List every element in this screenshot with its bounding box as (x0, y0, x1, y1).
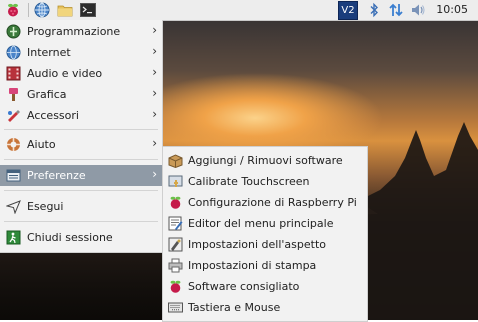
submenu-item-tastiera-e-mouse[interactable]: Tastiera e Mouse (163, 297, 367, 318)
submenu-arrow-icon: › (152, 107, 157, 121)
menu-item-aiuto[interactable]: Aiuto › (0, 134, 162, 155)
raspberry-icon (168, 195, 183, 210)
network-arrows-icon[interactable] (388, 2, 404, 18)
printer-icon (168, 258, 183, 273)
submenu-item-editor-menu-principale[interactable]: Editor del menu principale (163, 213, 367, 234)
audio-video-icon (6, 66, 21, 81)
submenu-item-calibrate-touchscreen[interactable]: Calibrate Touchscreen (163, 171, 367, 192)
submenu-arrow-icon: › (152, 44, 157, 58)
menu-separator (4, 159, 158, 160)
submenu-item-software-consigliato[interactable]: Software consigliato (163, 276, 367, 297)
logout-icon (6, 230, 21, 245)
programming-icon (6, 24, 21, 39)
taskbar-separator (28, 3, 29, 17)
menu-item-preferenze[interactable]: Preferenze › (0, 165, 162, 186)
menu-item-grafica[interactable]: Grafica › (0, 84, 162, 105)
appearance-icon (168, 237, 183, 252)
submenu-item-aggiungi-rimuovi-software[interactable]: Aggiungi / Rimuovi software (163, 150, 367, 171)
preferences-icon (6, 168, 21, 183)
submenu-arrow-icon: › (152, 167, 157, 181)
raspberry-pi-menu-icon[interactable] (5, 2, 21, 18)
taskbar: V2 10:05 (0, 0, 478, 21)
keyboard-icon (168, 300, 183, 315)
submenu-item-impostazioni-aspetto[interactable]: Impostazioni dell'aspetto (163, 234, 367, 255)
touchscreen-icon (168, 174, 183, 189)
vnc-icon[interactable]: V2 (338, 1, 358, 20)
bluetooth-icon[interactable] (366, 2, 382, 18)
browser-globe-icon[interactable] (34, 2, 50, 18)
menu-item-chiudi-sessione[interactable]: Chiudi sessione (0, 227, 162, 248)
internet-globe-icon (6, 45, 21, 60)
file-manager-folder-icon[interactable] (57, 2, 73, 18)
menu-editor-icon (168, 216, 183, 231)
accessories-icon (6, 108, 21, 123)
raspberry-icon (168, 279, 183, 294)
run-icon (6, 199, 21, 214)
menu-separator (4, 190, 158, 191)
help-lifebuoy-icon (6, 137, 21, 152)
menu-item-audio-e-video[interactable]: Audio e video › (0, 63, 162, 84)
submenu-arrow-icon: › (152, 136, 157, 150)
menu-separator (4, 129, 158, 130)
submenu-arrow-icon: › (152, 23, 157, 37)
menu-item-programmazione[interactable]: Programmazione › (0, 21, 162, 42)
package-icon (168, 153, 183, 168)
submenu-item-configurazione-raspberry-pi[interactable]: Configurazione di Raspberry Pi (163, 192, 367, 213)
main-menu: Programmazione › Internet › Audio e vide… (0, 20, 163, 253)
submenu-item-impostazioni-stampa[interactable]: Impostazioni di stampa (163, 255, 367, 276)
volume-icon[interactable] (410, 2, 426, 18)
menu-separator (4, 221, 158, 222)
submenu-arrow-icon: › (152, 65, 157, 79)
submenu-arrow-icon: › (152, 86, 157, 100)
menu-item-accessori[interactable]: Accessori › (0, 105, 162, 126)
graphics-brush-icon (6, 87, 21, 102)
menu-item-internet[interactable]: Internet › (0, 42, 162, 63)
clock[interactable]: 10:05 (436, 3, 468, 16)
preferences-submenu: Aggiungi / Rimuovi software Calibrate To… (162, 146, 368, 322)
terminal-icon[interactable] (80, 2, 96, 18)
menu-item-esegui[interactable]: Esegui (0, 196, 162, 217)
